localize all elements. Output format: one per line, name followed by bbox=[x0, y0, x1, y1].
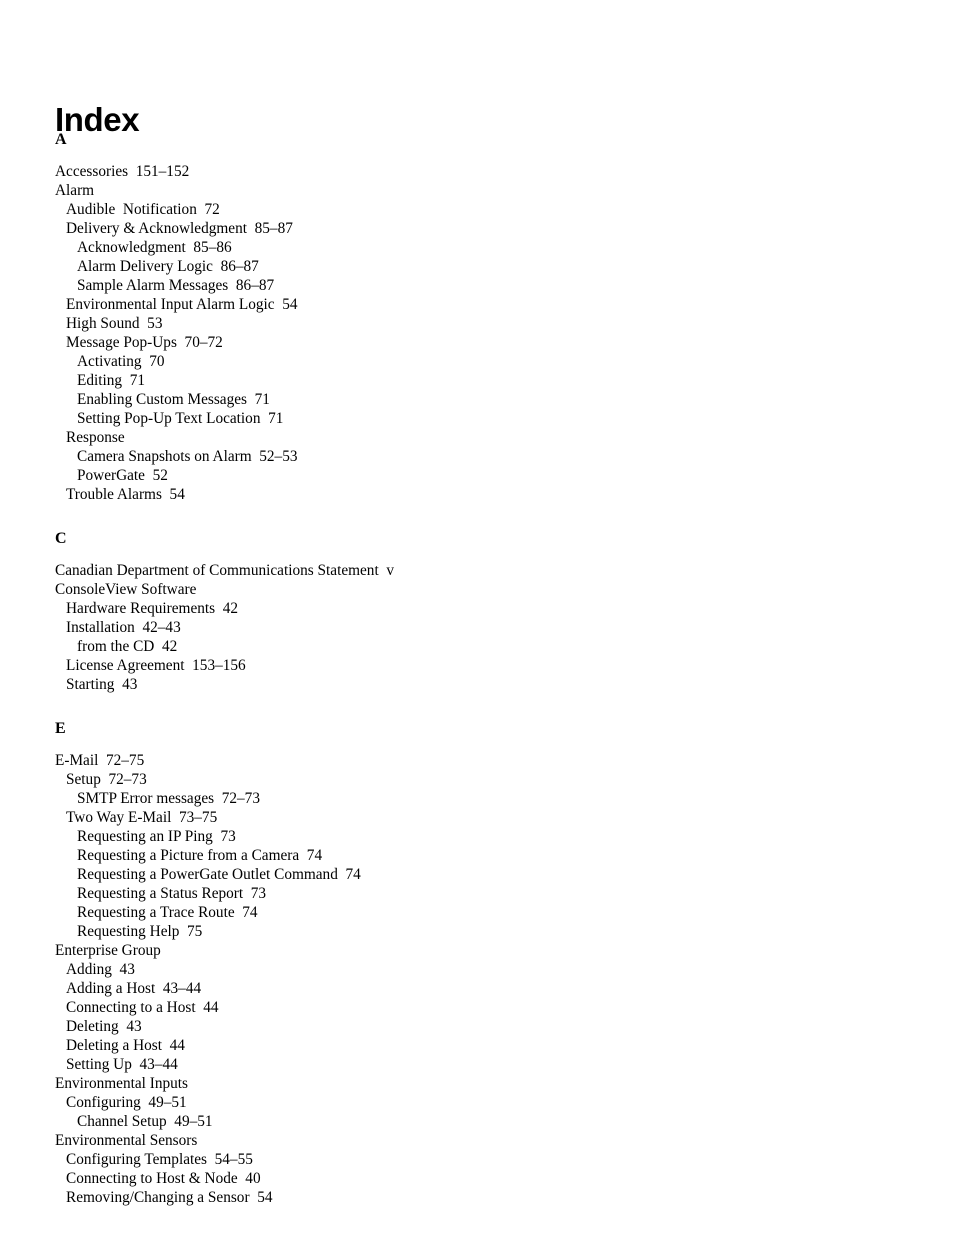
index-entry: Delivery & Acknowledgment 85–87 bbox=[66, 220, 293, 237]
index-entry: Starting 43 bbox=[66, 676, 138, 693]
index-entry: Removing/Changing a Sensor 54 bbox=[66, 1189, 273, 1206]
index-entry: from the CD 42 bbox=[77, 638, 178, 655]
index-entry: Requesting an IP Ping 73 bbox=[77, 828, 236, 845]
index-entry: Activating 70 bbox=[77, 353, 165, 370]
index-entry: Setup 72–73 bbox=[66, 771, 147, 788]
section-letter: A bbox=[55, 131, 67, 148]
index-entry-list: Accessories 151–152 Alarm Audible Notifica… bbox=[0, 162, 954, 504]
index-entry: Adding 43 bbox=[66, 961, 135, 978]
index-entry: Trouble Alarms 54 bbox=[66, 486, 185, 503]
index-entry: Audible Notification 72 bbox=[66, 201, 220, 218]
index-entry: SMTP Error messages 72–73 bbox=[77, 790, 260, 807]
index-entry: Requesting a Status Report 73 bbox=[77, 885, 267, 902]
index-entry: Requesting a PowerGate Outlet Command 74 bbox=[77, 866, 361, 883]
index-entry: Enterprise Group bbox=[55, 942, 161, 959]
index-entry: Setting Pop-Up Text Location 71 bbox=[77, 410, 284, 427]
index-entry: Connecting to Host & Node 40 bbox=[66, 1170, 261, 1187]
index-entry: Accessories 151–152 bbox=[55, 163, 190, 180]
index-entry: License Agreement 153–156 bbox=[66, 657, 246, 674]
index-section-a: A Accessories 151–152 Alarm Audible Notific… bbox=[0, 130, 954, 504]
index-entry-list: E-Mail 72–75 Setup 72–73 SMTP Error messag… bbox=[0, 751, 954, 1207]
index-entry: Sample Alarm Messages 86–87 bbox=[77, 277, 275, 294]
index-entry: Requesting Help 75 bbox=[77, 923, 203, 940]
index-entry: E-Mail 72–75 bbox=[55, 752, 145, 769]
index-entry: PowerGate 52 bbox=[77, 467, 168, 484]
index-entry: Setting Up 43–44 bbox=[66, 1056, 178, 1073]
index-entry: Requesting a Picture from a Camera 74 bbox=[77, 847, 323, 864]
index-entry: Configuring 49–51 bbox=[66, 1094, 187, 1111]
index-entry: Deleting a Host 44 bbox=[66, 1037, 185, 1054]
index-entry: Environmental Inputs bbox=[55, 1075, 188, 1092]
index-entry: Requesting a Trace Route 74 bbox=[77, 904, 258, 921]
index-entry: Hardware Requirements 42 bbox=[66, 600, 239, 617]
index-section-c: C Canadian Department of Communications S… bbox=[0, 529, 954, 694]
index-entry: Environmental Input Alarm Logic 54 bbox=[66, 296, 298, 313]
section-letter: C bbox=[55, 530, 67, 547]
index-page: Index A Accessories 151–152 Alarm Audible N… bbox=[0, 0, 954, 1235]
index-entry: Configuring Templates 54–55 bbox=[66, 1151, 253, 1168]
index-entry: Installation 42–43 bbox=[66, 619, 181, 636]
index-entry-list: Canadian Department of Communications St… bbox=[0, 561, 954, 694]
index-entry: Alarm Delivery Logic 86–87 bbox=[77, 258, 259, 275]
index-entry: Channel Setup 49–51 bbox=[77, 1113, 213, 1130]
index-section-e: E E-Mail 72–75 Setup 72–73 SMTP Error messa… bbox=[0, 719, 954, 1207]
index-entry: Two Way E-Mail 73–75 bbox=[66, 809, 218, 826]
index-entry: Camera Snapshots on Alarm 52–53 bbox=[77, 448, 298, 465]
index-entry: Canadian Department of Communications St… bbox=[55, 562, 395, 579]
index-entry: Deleting 43 bbox=[66, 1018, 142, 1035]
index-entry: Environmental Sensors bbox=[55, 1132, 198, 1149]
index-entry: Adding a Host 43–44 bbox=[66, 980, 202, 997]
section-letter: E bbox=[55, 720, 66, 737]
index-entry: High Sound 53 bbox=[66, 315, 163, 332]
index-entry: Editing 71 bbox=[77, 372, 145, 389]
index-entry: Alarm bbox=[55, 182, 95, 199]
index-entry: Message Pop-Ups 70–72 bbox=[66, 334, 223, 351]
index-entry: Enabling Custom Messages 71 bbox=[77, 391, 270, 408]
index-entry: Connecting to a Host 44 bbox=[66, 999, 219, 1016]
index-entry: Response bbox=[66, 429, 125, 446]
index-entry: Acknowledgment 85–86 bbox=[77, 239, 232, 256]
index-entry: ConsoleView Software bbox=[55, 581, 197, 598]
index-sections: A Accessories 151–152 Alarm Audible Notific… bbox=[0, 130, 954, 1207]
